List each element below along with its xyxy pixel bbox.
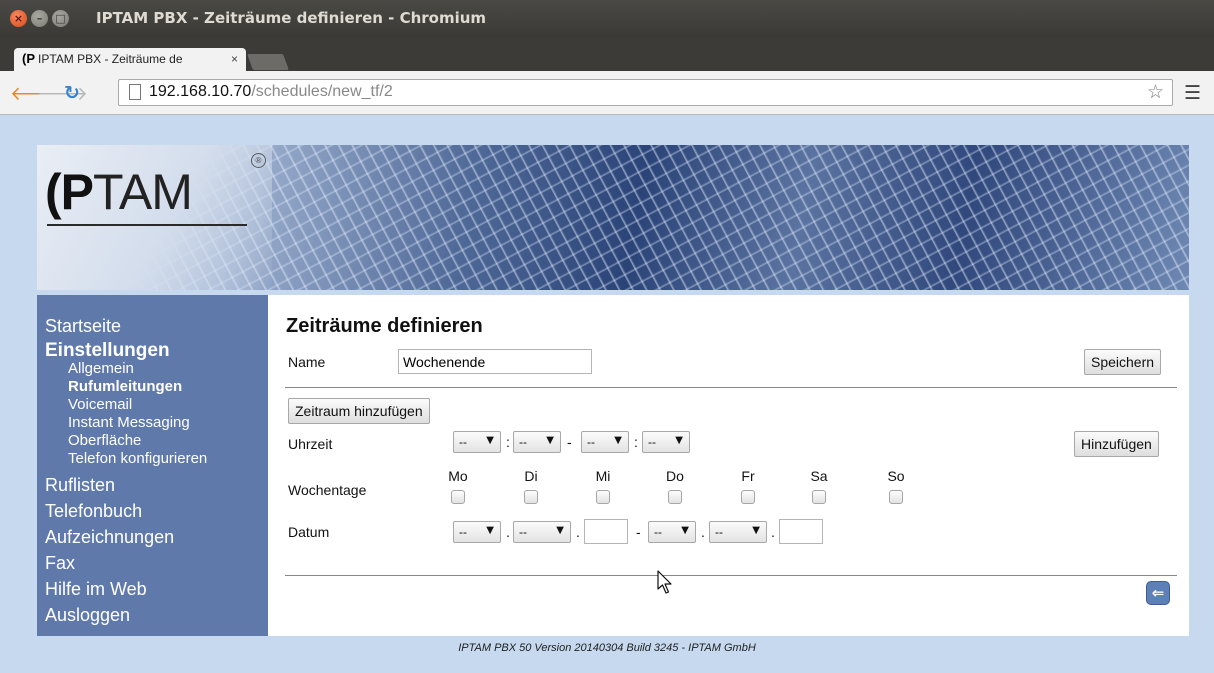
sidebar-subitem-allgemein[interactable]: Allgemein (45, 360, 268, 378)
window-close-icon[interactable]: × (10, 10, 27, 27)
sidebar-subitem-oberflaeche[interactable]: Oberfläche (45, 432, 268, 450)
window-minimize-icon[interactable]: – (31, 10, 48, 27)
day-di: Di (511, 468, 551, 504)
address-host: 192.168.10.70 (149, 83, 252, 100)
reload-icon[interactable]: ↻ (64, 82, 80, 104)
day-mo-checkbox[interactable] (451, 490, 465, 504)
page-title: Zeiträume definieren (286, 315, 483, 337)
page-icon (129, 84, 141, 100)
add-period-button[interactable]: Zeitraum hinzufügen (288, 398, 430, 424)
weekdays-label: Wochentage (288, 482, 367, 498)
sidebar-item-ruflisten[interactable]: Ruflisten (45, 472, 268, 498)
window-maximize-icon[interactable]: □ (52, 10, 69, 27)
day-do: Do (655, 468, 695, 504)
save-button[interactable]: Speichern (1084, 349, 1162, 375)
sidebar-item-telefonbuch[interactable]: Telefonbuch (45, 498, 268, 524)
window-title: IPTAM PBX - Zeiträume definieren - Chrom… (96, 9, 487, 27)
time-colon: : (506, 434, 510, 450)
return-arrow-icon[interactable]: ⇐ (1146, 581, 1170, 605)
date-dot-2: . (576, 524, 580, 540)
tab-strip: (P IPTAM PBX - Zeiträume de × (0, 38, 1214, 71)
logo-underline (47, 224, 247, 226)
sidebar-item-fax[interactable]: Fax (45, 550, 268, 576)
browser-toolbar: 🡐 🡒 ↻ 192.168.10.70/schedules/new_tf/2 ☆… (0, 71, 1214, 115)
day-so: So (876, 468, 916, 504)
forward-arrow-icon[interactable]: 🡒 (37, 82, 88, 105)
time-range-dash: - (567, 434, 572, 450)
sidebar-item-hilfe[interactable]: Hilfe im Web (45, 576, 268, 602)
day-fr: Fr (728, 468, 768, 504)
sidebar-item-startseite[interactable]: Startseite (45, 313, 268, 339)
date-from-year-input[interactable] (584, 519, 628, 544)
main-content: Zeiträume definieren Name Speichern Zeit… (268, 295, 1189, 636)
mouse-cursor-icon (657, 570, 672, 594)
date-row: -- ▼ . -- ▼ . - -- ▼ . -- ▼ . (268, 519, 1189, 547)
time-row: -- ▼ : -- ▼ - -- ▼ : -- ▼ (268, 431, 1189, 457)
date-to-day-select[interactable]: -- ▼ (648, 521, 696, 543)
date-dot-3: . (701, 524, 705, 540)
registered-mark: ® (251, 153, 266, 168)
sidebar-subitem-telefon-konfigurieren[interactable]: Telefon konfigurieren (45, 450, 268, 468)
sidebar-nav: Startseite Einstellungen Allgemein Rufum… (37, 295, 268, 636)
time-to-minute-select[interactable]: -- ▼ (642, 431, 690, 453)
favicon-icon: (P (22, 51, 35, 66)
sidebar-item-einstellungen[interactable]: Einstellungen (45, 341, 268, 360)
date-from-day-select[interactable]: -- ▼ (453, 521, 501, 543)
day-sa: Sa (799, 468, 839, 504)
day-mo: Mo (438, 468, 478, 504)
address-bar[interactable]: 192.168.10.70/schedules/new_tf/2 ☆ (118, 79, 1173, 106)
day-mi: Mi (583, 468, 623, 504)
day-mi-checkbox[interactable] (596, 490, 610, 504)
name-input[interactable] (398, 349, 592, 374)
day-so-checkbox[interactable] (889, 490, 903, 504)
sidebar-item-ausloggen[interactable]: Ausloggen (45, 602, 268, 628)
date-to-month-select[interactable]: -- ▼ (709, 521, 767, 543)
iptam-logo: (PTAM (45, 164, 193, 220)
day-fr-checkbox[interactable] (741, 490, 755, 504)
add-button[interactable]: Hinzufügen (1074, 431, 1159, 457)
time-to-hour-select[interactable]: -- ▼ (581, 431, 629, 453)
time-colon-2: : (634, 434, 638, 450)
time-from-hour-select[interactable]: -- ▼ (453, 431, 501, 453)
star-icon[interactable]: ☆ (1147, 81, 1164, 104)
browser-tab[interactable]: (P IPTAM PBX - Zeiträume de × (14, 48, 246, 71)
name-label: Name (288, 354, 326, 370)
address-path: /schedules/new_tf/2 (251, 83, 393, 100)
menu-icon[interactable]: ☰ (1184, 82, 1201, 105)
day-do-checkbox[interactable] (668, 490, 682, 504)
sidebar-subitem-instant-messaging[interactable]: Instant Messaging (45, 414, 268, 432)
tab-title: IPTAM PBX - Zeiträume de (38, 52, 183, 66)
time-from-minute-select[interactable]: -- ▼ (513, 431, 561, 453)
footer-version: IPTAM PBX 50 Version 20140304 Build 3245… (458, 642, 756, 654)
divider-top (285, 387, 1177, 388)
divider-bottom (285, 575, 1177, 576)
new-tab-button[interactable] (247, 54, 289, 70)
date-from-month-select[interactable]: -- ▼ (513, 521, 571, 543)
sidebar-subitem-voicemail[interactable]: Voicemail (45, 396, 268, 414)
header-banner: (PTAM ® (37, 145, 1189, 290)
date-to-year-input[interactable] (779, 519, 823, 544)
window-titlebar: × – □ IPTAM PBX - Zeiträume definieren -… (0, 0, 1214, 38)
sidebar-subitem-rufumleitungen[interactable]: Rufumleitungen (45, 378, 268, 396)
day-sa-checkbox[interactable] (812, 490, 826, 504)
day-di-checkbox[interactable] (524, 490, 538, 504)
tab-close-icon[interactable]: × (231, 52, 238, 66)
date-range-dash: - (636, 524, 641, 540)
date-dot: . (506, 524, 510, 540)
date-dot-4: . (771, 524, 775, 540)
sidebar-item-aufzeichnungen[interactable]: Aufzeichnungen (45, 524, 268, 550)
